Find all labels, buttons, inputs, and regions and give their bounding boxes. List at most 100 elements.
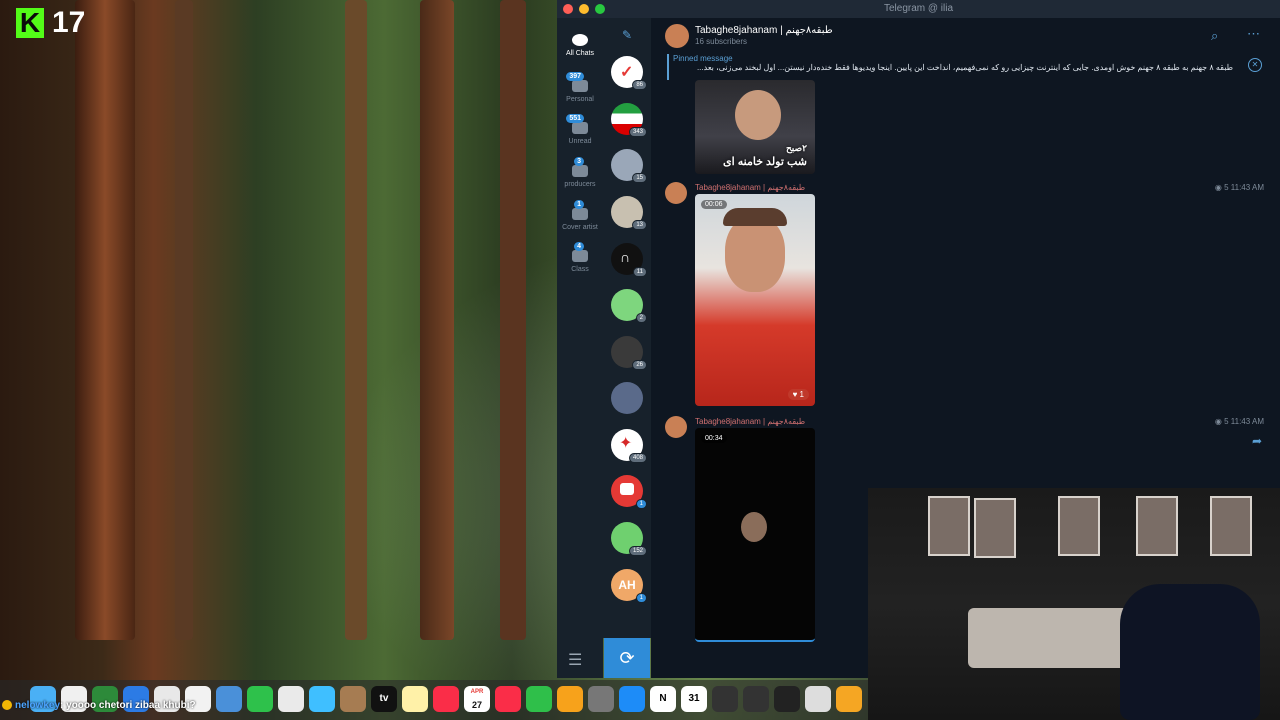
folder-icon: 4 <box>572 242 588 262</box>
author-avatar[interactable] <box>665 182 687 204</box>
more-options-icon[interactable]: ⋯ <box>1247 26 1260 42</box>
views-icon: ◉ <box>1214 183 1222 192</box>
notion-icon[interactable]: N <box>650 686 676 712</box>
pinned-label: Pinned message <box>673 54 733 63</box>
app-store-icon[interactable] <box>619 686 645 712</box>
heart-reaction[interactable]: ♥ 1 <box>787 389 809 400</box>
system-settings-icon[interactable] <box>588 686 614 712</box>
chat-avatar[interactable] <box>611 382 643 414</box>
calendar-app-icon[interactable] <box>278 686 304 712</box>
search-icon[interactable]: ⌕ <box>1211 28 1218 44</box>
folder-cover-artist[interactable]: 1 Cover artist <box>557 200 603 231</box>
image-caption: شب تولد خامنه ای <box>723 156 807 168</box>
share-icon[interactable]: ➦ <box>1252 434 1262 448</box>
chat-list: ✎ ✓ 86 343 15 13 ∩ 11 2 26 ✦ 408 1 152 AH 1 <box>603 18 651 638</box>
folder-personal[interactable]: 397 Personal <box>557 72 603 103</box>
folder-unread[interactable]: 551 Unread <box>557 114 603 145</box>
chat-avatar[interactable]: 152 <box>611 522 647 556</box>
wall-poster <box>928 496 970 556</box>
video-duration: 00:34 <box>701 434 727 443</box>
viewer-count: 17 <box>52 6 86 39</box>
channel-avatar[interactable] <box>665 24 689 48</box>
chat-bubble-icon: 551 <box>566 114 588 134</box>
chats-icon <box>572 34 588 46</box>
folder-producers[interactable]: 3 producers <box>557 157 603 188</box>
video-duration: 00:06 <box>701 200 727 209</box>
notes-icon[interactable] <box>402 686 428 712</box>
video-message[interactable]: 00:06 ♥ 1 <box>695 194 815 406</box>
wall-poster <box>974 498 1016 558</box>
obs-icon[interactable] <box>805 686 831 712</box>
wall-poster <box>1058 496 1100 556</box>
chat-avatar[interactable]: 26 <box>611 336 647 370</box>
author-avatar[interactable] <box>665 416 687 438</box>
pinned-text: طبقه ۸ جهنم به طبقه ۸ جهنم خوش اومدی. جا… <box>696 63 1233 72</box>
channel-title[interactable]: Tabaghe8jahanam | طبقه۸جهنم <box>695 25 833 36</box>
chat-avatar[interactable]: ✦ 408 <box>611 429 647 463</box>
folder-all-chats[interactable]: All Chats <box>557 34 603 57</box>
folder-icon: 1 <box>572 200 588 220</box>
preview-icon[interactable] <box>309 686 335 712</box>
views-icon: ◉ <box>1214 417 1222 426</box>
calendar2-icon[interactable]: 31 <box>681 686 707 712</box>
folder-class[interactable]: 4 Class <box>557 242 603 273</box>
pinned-message-bar[interactable]: Pinned message طبقه ۸ جهنم به طبقه ۸ جهن… <box>667 54 1273 80</box>
tree-trunk <box>500 0 526 640</box>
subscriber-count: 16 subscribers <box>695 37 748 46</box>
chat-message-text: : yoooo chetori zibaa khubi? <box>60 700 196 711</box>
chat-avatar[interactable]: 15 <box>611 149 647 183</box>
wall-poster <box>1210 496 1252 556</box>
image-caption-time: ۲صبح <box>785 143 807 153</box>
compose-icon[interactable]: ✎ <box>622 28 634 42</box>
controller-icon[interactable] <box>743 686 769 712</box>
settings-sliders-icon[interactable]: ☰ <box>568 650 582 670</box>
zoom-window-button[interactable] <box>595 4 605 14</box>
author-name[interactable]: Tabaghe8jahanam | طبقه۸جهنم <box>695 183 805 192</box>
gaming-chair <box>1120 584 1260 720</box>
window-title: Telegram @ ilia <box>883 3 954 14</box>
instruments-icon[interactable] <box>712 686 738 712</box>
tree-trunk <box>175 0 193 640</box>
chat-avatar[interactable]: AH 1 <box>611 569 647 603</box>
numbers-icon[interactable] <box>526 686 552 712</box>
tree-trunk <box>75 0 135 640</box>
tree-trunk <box>420 0 454 640</box>
mail-icon[interactable] <box>216 686 242 712</box>
tree-trunk <box>345 0 367 640</box>
author-name[interactable]: Tabaghe8jahanam | طبقه۸جهنم <box>695 417 805 426</box>
apple-tv-icon[interactable]: tv <box>371 686 397 712</box>
photo-message[interactable]: ۲صبح شب تولد خامنه ای <box>695 80 815 174</box>
stream-viewer-counter: K 17 <box>16 6 85 40</box>
chat-header: Tabaghe8jahanam | طبقه۸جهنم 16 subscribe… <box>651 18 1280 52</box>
chat-avatar[interactable]: 1 <box>611 475 647 509</box>
chat-avatar[interactable]: ∩ 11 <box>611 243 647 277</box>
music-icon[interactable] <box>433 686 459 712</box>
pages-icon[interactable] <box>557 686 583 712</box>
sync-icon[interactable]: ⟳ <box>604 638 650 678</box>
video-message[interactable]: 00:34 <box>695 428 815 642</box>
chat-avatar[interactable]: ✓ 86 <box>611 56 647 90</box>
folder-icon: 397 <box>566 72 588 92</box>
folder-icon: 3 <box>572 157 588 177</box>
facetime-icon[interactable] <box>247 686 273 712</box>
calendar-icon[interactable]: APR 27 <box>464 686 490 712</box>
window-titlebar: Telegram @ ilia <box>557 0 1280 18</box>
kick-logo-icon: K <box>16 7 44 38</box>
wall-poster <box>1136 496 1178 556</box>
archive-icon[interactable] <box>340 686 366 712</box>
chat-avatar[interactable]: 13 <box>611 196 647 230</box>
stream-chat-message: nelowkey: yoooo chetori zibaa khubi? <box>2 700 196 711</box>
chat-badge-icon <box>2 700 12 711</box>
folders-sidebar: All Chats 397 Personal 551 Unread 3 prod… <box>557 18 603 678</box>
close-window-button[interactable] <box>563 4 573 14</box>
message-meta: ◉ 5 11:43 AM <box>1214 183 1264 192</box>
news-icon[interactable] <box>495 686 521 712</box>
message-meta: ◉ 5 11:43 AM <box>1214 417 1264 426</box>
chat-avatar[interactable]: 343 <box>611 103 647 137</box>
fl-studio-icon[interactable] <box>836 686 862 712</box>
unity-icon[interactable] <box>774 686 800 712</box>
minimize-window-button[interactable] <box>579 4 589 14</box>
close-pinned-icon[interactable]: ✕ <box>1248 58 1262 72</box>
webcam-overlay <box>868 488 1280 720</box>
chat-avatar[interactable]: 2 <box>611 289 647 323</box>
